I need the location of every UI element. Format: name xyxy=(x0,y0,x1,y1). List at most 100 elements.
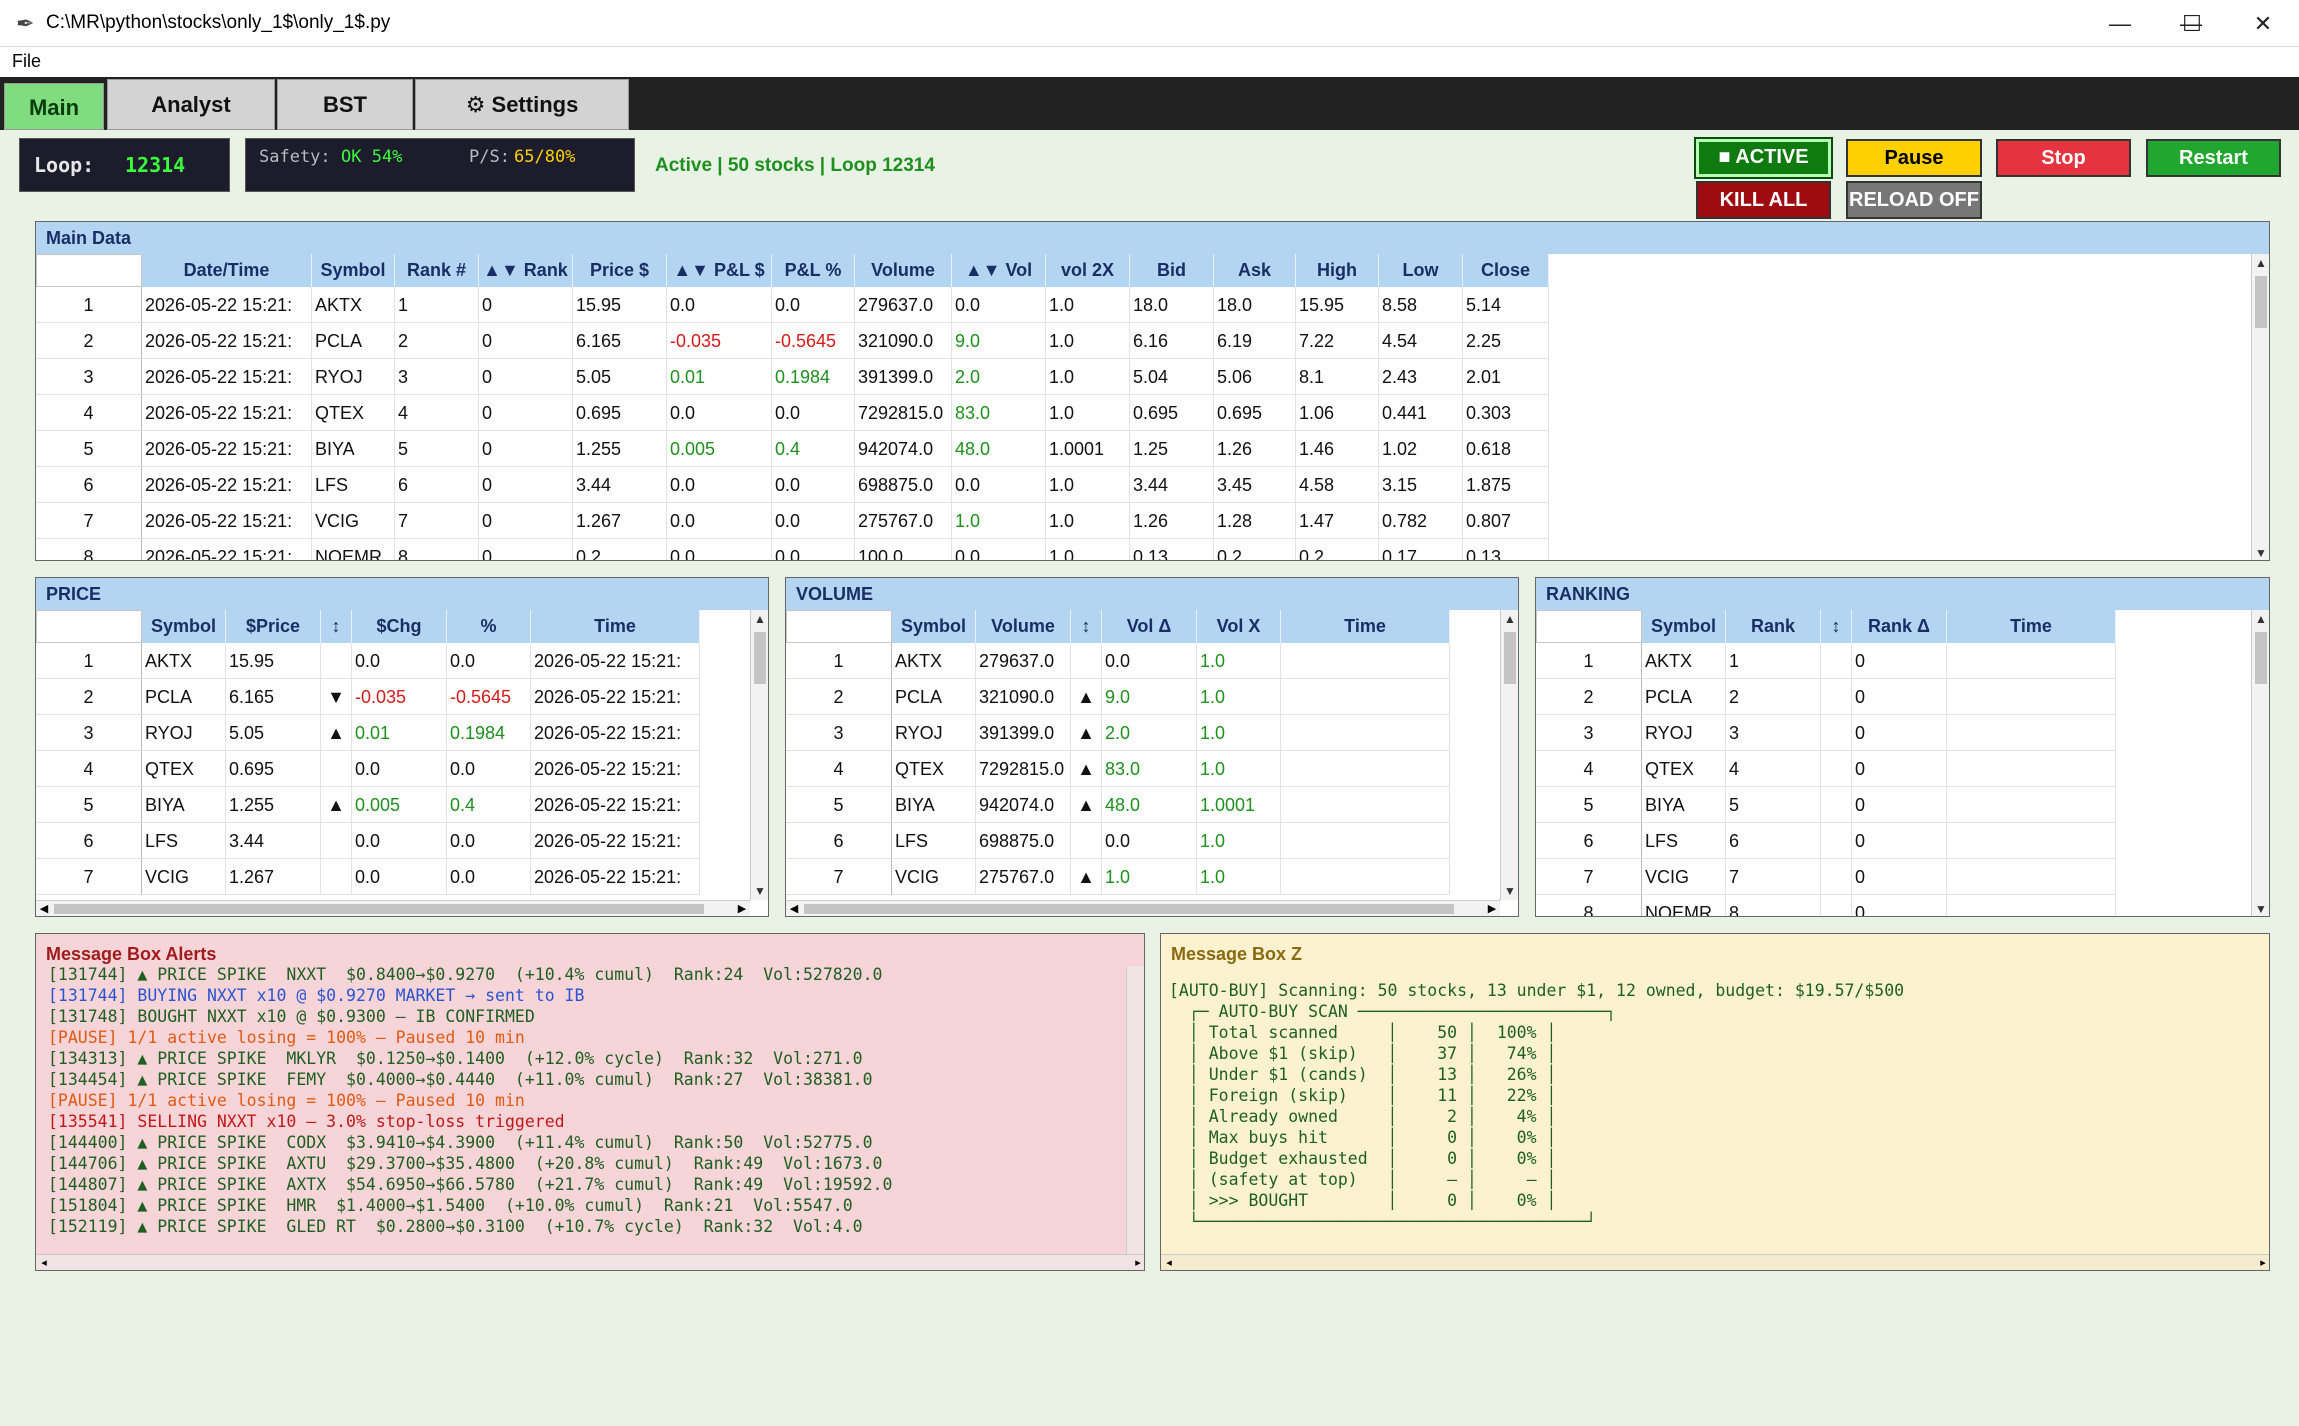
column-header[interactable]: Symbol xyxy=(142,610,226,643)
column-header[interactable]: vol 2X xyxy=(1046,254,1130,287)
table-cell: 2026-05-22 15:21: xyxy=(531,859,700,895)
table-cell: 3.45 xyxy=(1214,467,1296,503)
column-header[interactable]: Low xyxy=(1379,254,1463,287)
row-index: 2 xyxy=(1536,679,1642,715)
table-cell: 0.17 xyxy=(1379,539,1463,560)
alert-line: [131744] ▲ PRICE SPIKE NXXT $0.8400→$0.9… xyxy=(48,965,883,984)
scroll-right-icon[interactable]: ▶ xyxy=(1484,901,1500,916)
reload-toggle-button[interactable]: RELOAD OFF xyxy=(1846,181,1982,219)
table-cell: 5 xyxy=(1726,787,1821,823)
column-header[interactable]: Ask xyxy=(1214,254,1296,287)
menu-bar: File xyxy=(0,47,2299,77)
scroll-up-icon[interactable]: ▲ xyxy=(1501,610,1518,628)
table-cell: QTEX xyxy=(312,395,395,431)
table-cell: 2026-05-22 15:21: xyxy=(142,359,312,395)
restart-button[interactable]: Restart xyxy=(2146,139,2281,177)
column-header[interactable]: P&L % xyxy=(772,254,855,287)
scroll-left-icon[interactable]: ◀ xyxy=(36,901,52,916)
table-cell: 4.58 xyxy=(1296,467,1379,503)
scroll-left-icon[interactable]: ◀ xyxy=(786,901,802,916)
scroll-thumb[interactable] xyxy=(754,632,766,684)
maximize-button[interactable]: ☐ xyxy=(2157,0,2227,47)
tab-main[interactable]: Main xyxy=(4,83,104,130)
scroll-left-icon[interactable]: ◂ xyxy=(36,1255,52,1270)
column-header[interactable]: High xyxy=(1296,254,1379,287)
column-header[interactable]: ↕ xyxy=(1071,610,1102,643)
column-header[interactable]: Symbol xyxy=(312,254,395,287)
scroll-thumb[interactable] xyxy=(804,904,1454,914)
scroll-up-icon[interactable]: ▲ xyxy=(751,610,768,628)
scroll-thumb[interactable] xyxy=(1504,632,1516,684)
column-header[interactable]: Time xyxy=(1281,610,1450,643)
scroll-left-icon[interactable]: ◂ xyxy=(1161,1255,1177,1270)
column-header[interactable]: ▲▼ Rank xyxy=(479,254,573,287)
scroll-down-icon[interactable]: ▼ xyxy=(2252,900,2269,916)
tab-settings[interactable]: ⚙ Settings xyxy=(415,79,629,130)
table-cell: 5.14 xyxy=(1463,287,1549,323)
scroll-right-icon[interactable]: ▸ xyxy=(2255,1255,2269,1270)
scroll-thumb[interactable] xyxy=(2255,276,2267,328)
menu-file[interactable]: File xyxy=(12,51,41,72)
alert-line: [PAUSE] 1/1 active losing = 100% — Pause… xyxy=(48,1091,525,1110)
column-header[interactable]: Volume xyxy=(976,610,1071,643)
table-cell: 5 xyxy=(395,431,479,467)
table-cell: 2026-05-22 15:21: xyxy=(531,715,700,751)
scroll-right-icon[interactable]: ▸ xyxy=(1130,1255,1144,1270)
price-hscroll[interactable]: ◀ ▶ xyxy=(36,900,750,916)
column-header[interactable]: ▲▼ Vol xyxy=(952,254,1046,287)
column-header[interactable]: Symbol xyxy=(892,610,976,643)
pause-button[interactable]: Pause xyxy=(1846,139,1982,177)
scroll-thumb[interactable] xyxy=(2255,632,2267,684)
stop-button[interactable]: Stop xyxy=(1996,139,2131,177)
scroll-right-icon[interactable]: ▶ xyxy=(734,901,750,916)
column-header[interactable]: Rank xyxy=(1726,610,1821,643)
column-header[interactable]: Vol X xyxy=(1197,610,1281,643)
main-data-title: Main Data xyxy=(36,222,2269,254)
message-box-z: Message Box Z [AUTO-BUY] Scanning: 50 st… xyxy=(1160,933,2270,1271)
scroll-down-icon[interactable]: ▼ xyxy=(2252,544,2269,560)
column-header[interactable]: Close xyxy=(1463,254,1549,287)
column-header[interactable]: Date/Time xyxy=(142,254,312,287)
column-header[interactable]: Volume xyxy=(855,254,952,287)
column-header[interactable]: Bid xyxy=(1130,254,1214,287)
table-cell: 0.005 xyxy=(667,431,772,467)
column-header[interactable]: ▲▼ P&L $ xyxy=(667,254,772,287)
price-vscroll[interactable]: ▲ ▼ xyxy=(750,610,768,900)
column-header[interactable]: $Chg xyxy=(352,610,447,643)
kill-all-button[interactable]: KILL ALL xyxy=(1696,181,1831,219)
table-cell: 3 xyxy=(395,359,479,395)
alerts-hscroll[interactable]: ◂ ▸ xyxy=(36,1254,1144,1270)
volume-hscroll[interactable]: ◀ ▶ xyxy=(786,900,1500,916)
column-header[interactable]: Time xyxy=(531,610,700,643)
scroll-down-icon[interactable]: ▼ xyxy=(1501,882,1518,900)
close-button[interactable]: ✕ xyxy=(2228,0,2298,47)
column-header[interactable]: ↕ xyxy=(321,610,352,643)
main-vscroll[interactable]: ▲ ▼ xyxy=(2251,254,2269,560)
column-header[interactable]: Symbol xyxy=(1642,610,1726,643)
column-header[interactable]: Vol Δ xyxy=(1102,610,1197,643)
row-index: 1 xyxy=(1536,643,1642,679)
tab-bst[interactable]: BST xyxy=(277,79,413,130)
column-header[interactable]: Time xyxy=(1947,610,2116,643)
column-header[interactable]: Price $ xyxy=(573,254,667,287)
column-header[interactable]: % xyxy=(447,610,531,643)
column-header[interactable]: $Price xyxy=(226,610,321,643)
scroll-thumb[interactable] xyxy=(54,904,704,914)
minimize-button[interactable]: — xyxy=(2085,0,2155,47)
active-button[interactable]: ■ ACTIVE xyxy=(1694,137,1833,179)
scroll-up-icon[interactable]: ▲ xyxy=(2252,254,2269,272)
ranking-vscroll[interactable]: ▲ ▼ xyxy=(2251,610,2269,916)
column-header[interactable]: ↕ xyxy=(1821,610,1852,643)
tab-analyst[interactable]: Analyst xyxy=(107,79,275,130)
scroll-down-icon[interactable]: ▼ xyxy=(751,882,768,900)
table-cell: ▲ xyxy=(1071,751,1102,787)
alerts-vscroll[interactable] xyxy=(1126,966,1144,1256)
column-header[interactable]: Rank Δ xyxy=(1852,610,1947,643)
volume-vscroll[interactable]: ▲ ▼ xyxy=(1500,610,1518,900)
boxz-hscroll[interactable]: ◂ ▸ xyxy=(1161,1254,2269,1270)
table-cell: ▲ xyxy=(1071,859,1102,895)
loop-counter: Loop: 12314 xyxy=(19,138,230,192)
scroll-up-icon[interactable]: ▲ xyxy=(2252,610,2269,628)
column-header[interactable]: Rank # xyxy=(395,254,479,287)
table-cell: 0.618 xyxy=(1463,431,1549,467)
